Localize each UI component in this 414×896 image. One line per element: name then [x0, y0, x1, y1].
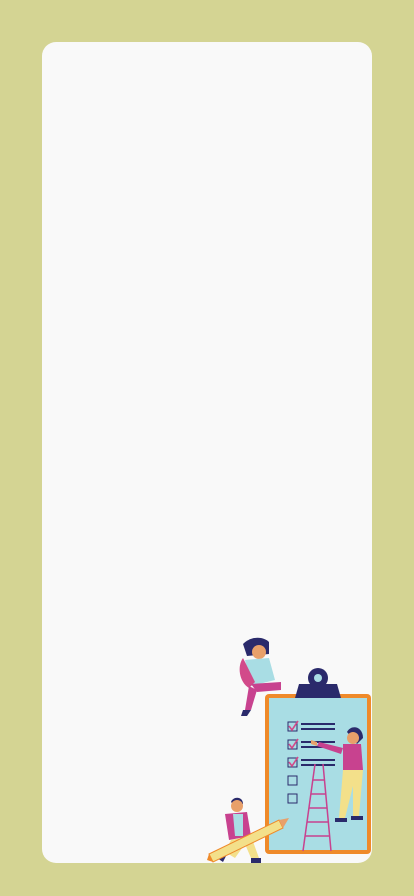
content-card [42, 42, 372, 863]
todo-checklist-illustration [207, 637, 371, 863]
